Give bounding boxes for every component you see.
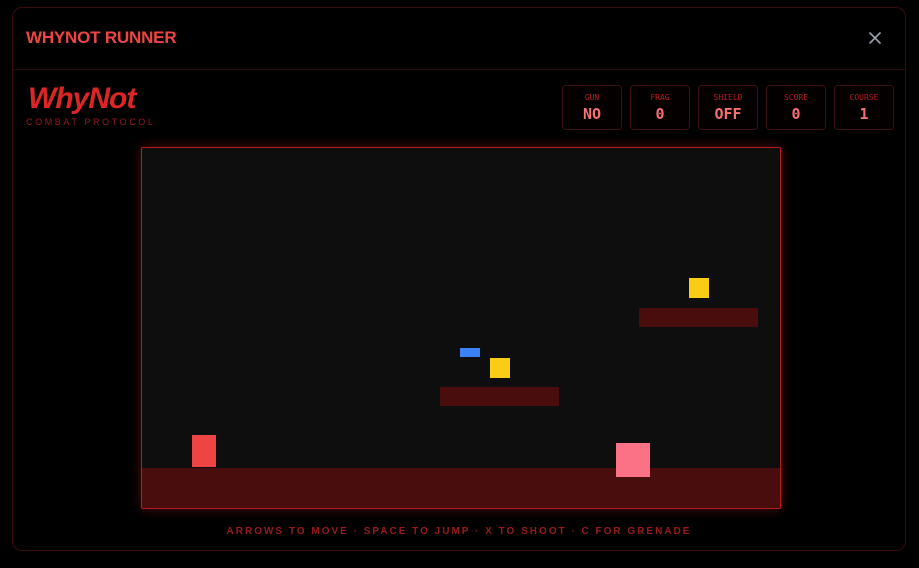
logo: WhyNot <box>28 82 136 115</box>
close-icon <box>868 31 882 45</box>
tagline: COMBAT PROTOCOL <box>26 117 156 127</box>
game-window: WHYNOT RUNNER WhyNot COMBAT PROTOCOL GUN… <box>12 7 906 551</box>
stat-shield: SHIELD OFF <box>698 85 758 130</box>
stat-score: SCORE 0 <box>766 85 826 130</box>
powerup-sprite <box>460 348 480 357</box>
stat-frag: FRAG 0 <box>630 85 690 130</box>
stat-label: FRAG <box>650 93 670 102</box>
stat-label: GUN <box>584 93 600 102</box>
stat-value: 1 <box>859 105 869 123</box>
stat-value: 0 <box>791 105 801 123</box>
stats-panel: GUN NO FRAG 0 SHIELD OFF SCORE 0 COURSE … <box>562 85 894 130</box>
stat-value: NO <box>582 105 602 123</box>
stat-value: 0 <box>655 105 665 123</box>
stat-label: SHIELD <box>713 93 743 102</box>
brand: WhyNot COMBAT PROTOCOL <box>26 82 156 127</box>
platform-right <box>639 308 758 327</box>
enemy-sprite <box>616 443 650 477</box>
stat-value: OFF <box>714 105 742 123</box>
coin-sprite <box>490 358 510 378</box>
coin-sprite <box>689 278 709 298</box>
window-title: WHYNOT RUNNER <box>26 28 177 47</box>
title-bar: WHYNOT RUNNER <box>13 8 905 70</box>
controls-hint: ARROWS TO MOVE · SPACE TO JUMP · X TO SH… <box>226 526 692 537</box>
platform-middle <box>440 387 559 406</box>
stat-label: SCORE <box>783 93 809 102</box>
game-canvas[interactable] <box>141 147 781 509</box>
ground <box>142 468 780 508</box>
stat-course: COURSE 1 <box>834 85 894 130</box>
close-button[interactable] <box>865 28 885 48</box>
player-sprite <box>192 435 216 467</box>
stat-label: COURSE <box>849 93 879 102</box>
stat-gun: GUN NO <box>562 85 622 130</box>
